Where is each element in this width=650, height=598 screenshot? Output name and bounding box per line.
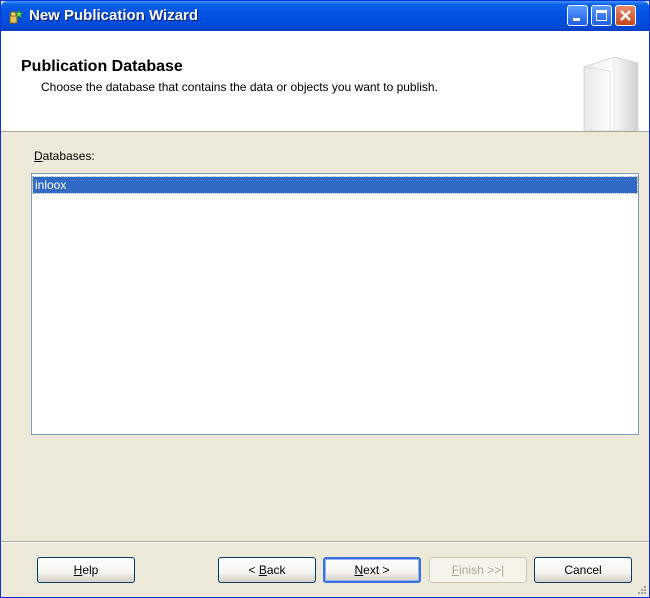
cancel-button[interactable]: Cancel	[534, 557, 632, 583]
databases-listbox[interactable]: inloox	[31, 173, 639, 435]
finish-button[interactable]: Finish >>|	[429, 557, 527, 583]
back-button[interactable]: < Back	[218, 557, 316, 583]
database-graphic-icon	[583, 57, 639, 131]
back-button-mnemonic: B	[258, 563, 267, 577]
title-bar[interactable]: New Publication Wizard	[1, 1, 649, 31]
help-button-mnemonic: H	[73, 563, 83, 577]
window-title: New Publication Wizard	[29, 7, 199, 24]
page-title: Publication Database	[21, 58, 183, 75]
wizard-header: Publication Database Choose the database…	[1, 31, 649, 132]
next-button-label: ext >	[363, 563, 390, 577]
databases-label-text: atabases:	[42, 149, 95, 163]
close-button[interactable]	[615, 5, 636, 26]
wizard-app-icon	[9, 8, 24, 24]
close-icon	[620, 10, 631, 21]
wizard-window: New Publication Wizard Publication Datab…	[0, 0, 650, 598]
minimize-button[interactable]	[567, 5, 588, 26]
back-button-label: ack	[266, 563, 286, 577]
databases-label-mnemonic: D	[34, 149, 43, 163]
page-subtitle: Choose the database that contains the da…	[41, 80, 438, 94]
maximize-button[interactable]	[591, 5, 612, 26]
resize-grip-icon[interactable]	[635, 583, 647, 595]
maximize-icon	[596, 10, 607, 21]
back-button-prefix: <	[248, 563, 259, 577]
next-button-mnemonic: N	[354, 563, 364, 577]
databases-label: Databases:	[34, 149, 95, 163]
footer-divider	[1, 541, 649, 543]
list-item[interactable]: inloox	[32, 176, 638, 194]
finish-button-mnemonic: F	[451, 563, 460, 577]
next-button[interactable]: Next >	[323, 557, 421, 583]
finish-button-label: inish >>|	[459, 563, 505, 577]
minimize-icon	[573, 18, 580, 21]
help-button-label: elp	[82, 563, 99, 577]
help-button[interactable]: Help	[37, 557, 135, 583]
